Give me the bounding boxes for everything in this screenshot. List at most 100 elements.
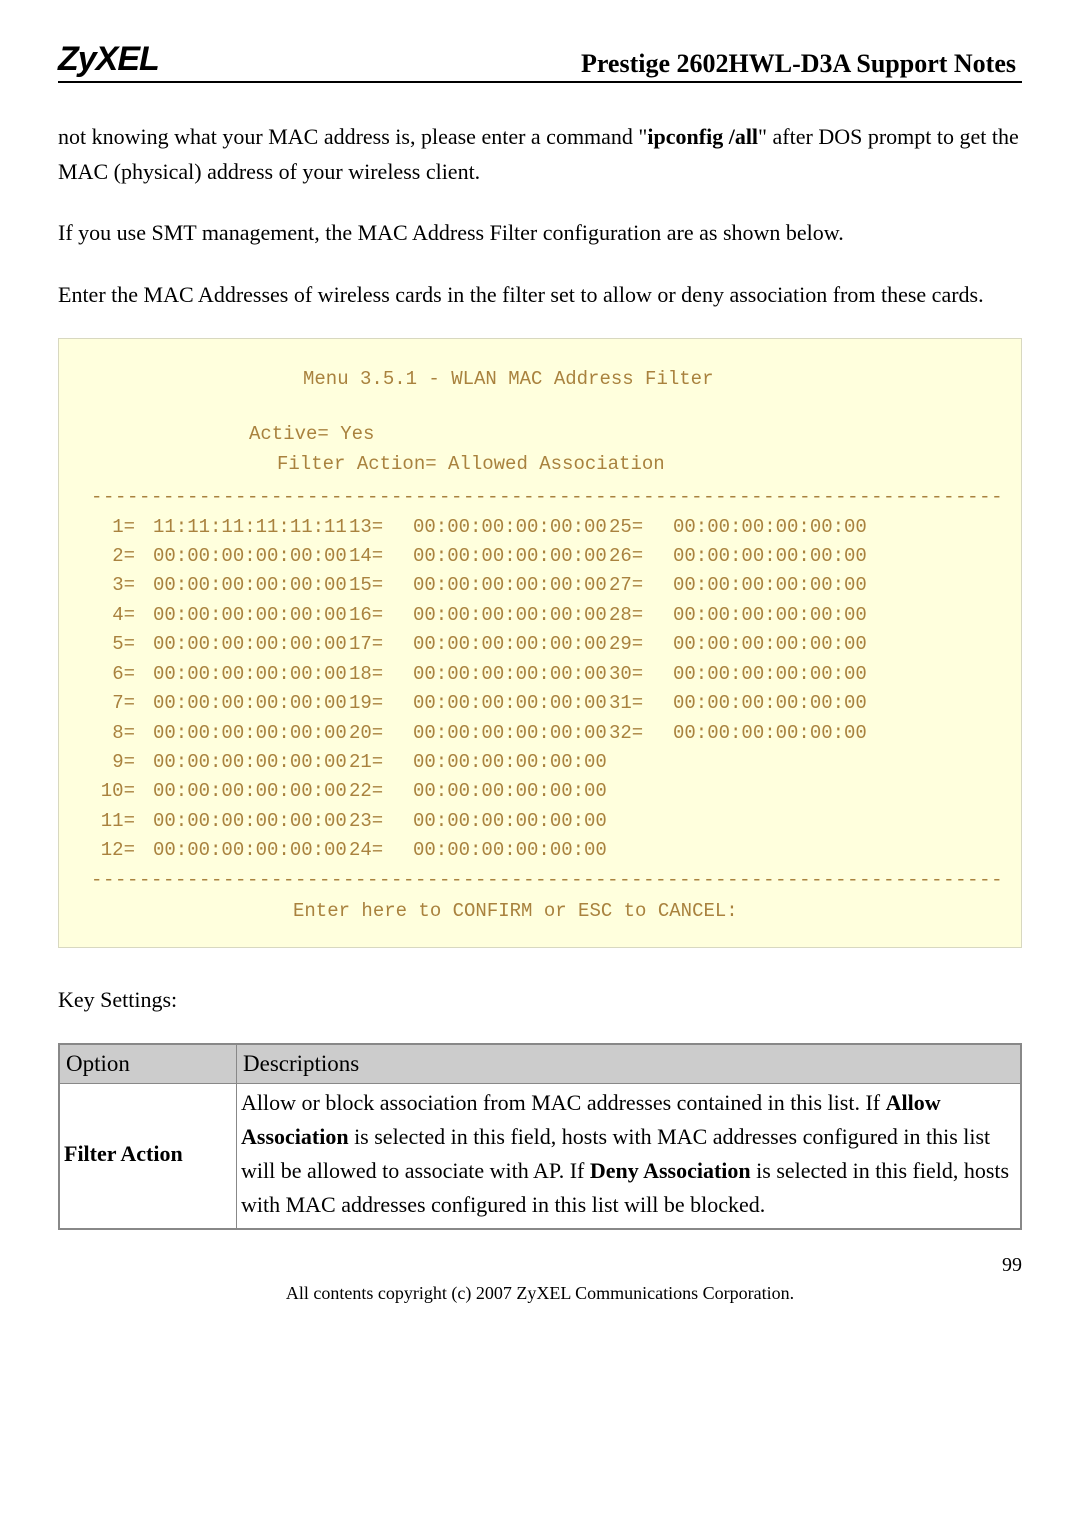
copyright-footer: All contents copyright (c) 2007 ZyXEL Co… (58, 1283, 1022, 1304)
mac-index: 30= (609, 660, 673, 689)
mac-address: 00:00:00:00:00:00 (673, 513, 869, 542)
mac-address: 00:00:00:00:00:00 (153, 807, 349, 836)
mac-index: 24= (349, 836, 413, 865)
body-paragraph-1: not knowing what your MAC address is, pl… (58, 119, 1022, 189)
terminal-divider: ----------------------------------------… (79, 866, 1001, 895)
mac-index: 20= (349, 719, 413, 748)
terminal-title: Menu 3.5.1 - WLAN MAC Address Filter (79, 365, 1001, 394)
mac-index: 28= (609, 601, 673, 630)
mac-address: 00:00:00:00:00:00 (413, 630, 609, 659)
mac-index: 9= (83, 748, 153, 777)
term-deny-association: Deny Association (590, 1158, 751, 1183)
terminal-confirm-line: Enter here to CONFIRM or ESC to CANCEL: (79, 897, 1001, 926)
mac-index: 8= (83, 719, 153, 748)
options-table: Option Descriptions Filter Action Allow … (59, 1044, 1021, 1229)
mac-index (609, 748, 673, 777)
mac-index: 26= (609, 542, 673, 571)
mac-index: 25= (609, 513, 673, 542)
brand-logo: ZyXEL (58, 40, 159, 79)
mac-address: 00:00:00:00:00:00 (413, 513, 609, 542)
mac-address: 00:00:00:00:00:00 (413, 660, 609, 689)
mac-address: 00:00:00:00:00:00 (673, 630, 869, 659)
mac-address: 00:00:00:00:00:00 (153, 777, 349, 806)
mac-address: 00:00:00:00:00:00 (413, 689, 609, 718)
terminal-mac-row: 7=00:00:00:00:00:0019=00:00:00:00:00:003… (79, 689, 1001, 718)
terminal-block: Menu 3.5.1 - WLAN MAC Address Filter Act… (58, 338, 1022, 948)
terminal-mac-row: 4=00:00:00:00:00:0016=00:00:00:00:00:002… (79, 601, 1001, 630)
mac-index: 5= (83, 630, 153, 659)
mac-address: 00:00:00:00:00:00 (153, 571, 349, 600)
mac-index: 29= (609, 630, 673, 659)
mac-index: 22= (349, 777, 413, 806)
mac-index: 11= (83, 807, 153, 836)
body-paragraph-2: If you use SMT management, the MAC Addre… (58, 215, 1022, 250)
command-text: ipconfig /all (647, 124, 758, 149)
terminal-mac-row: 1=11:11:11:11:11:1113=00:00:00:00:00:002… (79, 513, 1001, 542)
mac-index: 32= (609, 719, 673, 748)
mac-address: 00:00:00:00:00:00 (673, 719, 869, 748)
mac-index: 16= (349, 601, 413, 630)
col-descriptions-header: Descriptions (237, 1044, 1021, 1083)
option-name-cell: Filter Action (60, 1083, 237, 1228)
terminal-mac-row: 8=00:00:00:00:00:0020=00:00:00:00:00:003… (79, 719, 1001, 748)
mac-index: 2= (83, 542, 153, 571)
mac-address: 00:00:00:00:00:00 (413, 836, 609, 865)
key-settings-heading: Key Settings: (58, 982, 1022, 1017)
text: Allow or block association from MAC addr… (241, 1090, 886, 1115)
mac-address (673, 748, 869, 777)
mac-address: 00:00:00:00:00:00 (153, 748, 349, 777)
mac-address: 00:00:00:00:00:00 (413, 571, 609, 600)
terminal-mac-row: 2=00:00:00:00:00:0014=00:00:00:00:00:002… (79, 542, 1001, 571)
mac-index: 17= (349, 630, 413, 659)
mac-address: 00:00:00:00:00:00 (673, 660, 869, 689)
terminal-mac-row: 3=00:00:00:00:00:0015=00:00:00:00:00:002… (79, 571, 1001, 600)
mac-address: 00:00:00:00:00:00 (413, 748, 609, 777)
mac-address: 00:00:00:00:00:00 (413, 719, 609, 748)
terminal-filter-line: Filter Action= Allowed Association (79, 450, 1001, 479)
terminal-mac-row: 5=00:00:00:00:00:0017=00:00:00:00:00:002… (79, 630, 1001, 659)
mac-address: 00:00:00:00:00:00 (153, 630, 349, 659)
col-option-header: Option (60, 1044, 237, 1083)
mac-index: 14= (349, 542, 413, 571)
body-paragraph-3: Enter the MAC Addresses of wireless card… (58, 277, 1022, 312)
mac-address: 00:00:00:00:00:00 (153, 719, 349, 748)
mac-address: 00:00:00:00:00:00 (153, 836, 349, 865)
mac-address: 00:00:00:00:00:00 (153, 660, 349, 689)
terminal-mac-row: 6=00:00:00:00:00:0018=00:00:00:00:00:003… (79, 660, 1001, 689)
terminal-divider: ----------------------------------------… (79, 483, 1001, 512)
mac-index (609, 777, 673, 806)
mac-index: 13= (349, 513, 413, 542)
mac-index: 3= (83, 571, 153, 600)
mac-address: 00:00:00:00:00:00 (153, 542, 349, 571)
mac-address: 00:00:00:00:00:00 (413, 601, 609, 630)
mac-address (673, 807, 869, 836)
mac-index: 19= (349, 689, 413, 718)
mac-index (609, 836, 673, 865)
page-header: ZyXEL Prestige 2602HWL-D3A Support Notes (58, 40, 1022, 83)
mac-address: 00:00:00:00:00:00 (413, 807, 609, 836)
mac-index (609, 807, 673, 836)
terminal-mac-row: 10=00:00:00:00:00:0022=00:00:00:00:00:00 (79, 777, 1001, 806)
terminal-mac-rows: 1=11:11:11:11:11:1113=00:00:00:00:00:002… (79, 513, 1001, 866)
mac-address (673, 836, 869, 865)
mac-address: 11:11:11:11:11:11 (153, 513, 349, 542)
terminal-mac-row: 9=00:00:00:00:00:0021=00:00:00:00:00:00 (79, 748, 1001, 777)
mac-address: 00:00:00:00:00:00 (413, 542, 609, 571)
mac-index: 12= (83, 836, 153, 865)
option-desc-cell: Allow or block association from MAC addr… (237, 1083, 1021, 1228)
text: not knowing what your MAC address is, pl… (58, 124, 647, 149)
mac-index: 1= (83, 513, 153, 542)
mac-address (673, 777, 869, 806)
page-number: 99 (58, 1254, 1022, 1277)
mac-index: 23= (349, 807, 413, 836)
table-header-row: Option Descriptions (60, 1044, 1021, 1083)
terminal-active-line: Active= Yes (79, 420, 1001, 449)
mac-address: 00:00:00:00:00:00 (153, 689, 349, 718)
mac-index: 4= (83, 601, 153, 630)
document-title: Prestige 2602HWL-D3A Support Notes (581, 49, 1022, 79)
mac-index: 31= (609, 689, 673, 718)
mac-index: 21= (349, 748, 413, 777)
mac-address: 00:00:00:00:00:00 (673, 542, 869, 571)
mac-address: 00:00:00:00:00:00 (153, 601, 349, 630)
table-row: Filter Action Allow or block association… (60, 1083, 1021, 1228)
